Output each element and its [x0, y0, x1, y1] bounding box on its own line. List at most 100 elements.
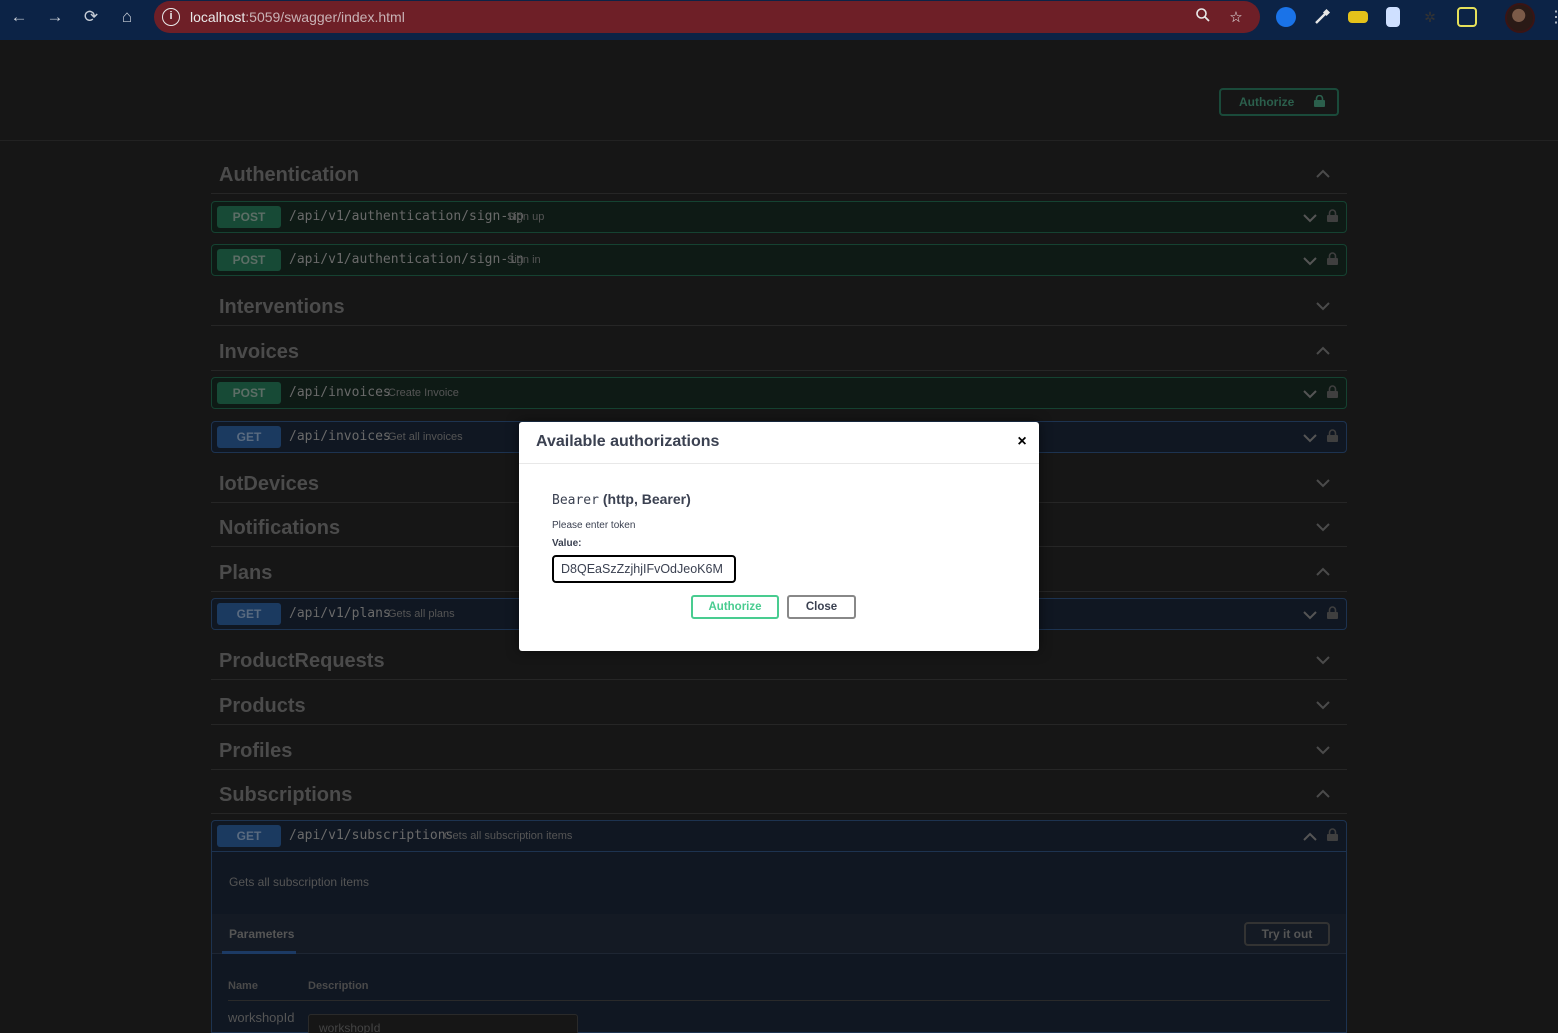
value-label: Value: [552, 538, 582, 549]
tag-title: IotDevices [219, 473, 320, 495]
chevron-up-icon [1316, 567, 1330, 576]
chevron-down-icon [1316, 746, 1330, 755]
swagger-topbar: Authorize [0, 40, 1558, 141]
chevron-up-icon [1316, 789, 1330, 798]
tag-title: Plans [219, 562, 273, 584]
tag-subscriptions[interactable]: Subscriptions [211, 774, 1347, 814]
puzzle-icon[interactable] [1457, 7, 1477, 27]
eyedropper-icon[interactable] [1312, 7, 1332, 27]
operation-path: /api/v1/plans [289, 606, 391, 621]
tag-profiles[interactable]: Profiles [211, 730, 1347, 770]
chevron-down-icon [1316, 302, 1330, 311]
info-icon[interactable]: i [162, 8, 180, 26]
tag-products[interactable]: Products [211, 685, 1347, 725]
forward-arrow-icon[interactable]: → [42, 5, 68, 29]
authorize-submit-button[interactable]: Authorize [691, 595, 779, 619]
column-header-description: Description [308, 980, 369, 992]
method-badge: POST [217, 206, 281, 228]
tag-title: Products [219, 695, 306, 717]
operation-summary: Create Invoice [388, 387, 459, 399]
reload-icon[interactable]: ⟳ [78, 5, 104, 29]
lock-icon[interactable] [1327, 606, 1338, 619]
tag-title: Authentication [219, 164, 359, 186]
operation-path: /api/v1/authentication/sign-in [289, 252, 524, 267]
operation-summary: Sign in [507, 254, 541, 266]
parameter-input[interactable]: workshopId [308, 1014, 578, 1033]
operation-sign-in[interactable]: POST /api/v1/authentication/sign-in Sign… [211, 244, 1347, 276]
chevron-down-icon [1303, 434, 1317, 443]
lock-icon[interactable] [1327, 828, 1338, 841]
lock-icon[interactable] [1327, 429, 1338, 442]
operation-create-invoice[interactable]: POST /api/invoices Create Invoice [211, 377, 1347, 409]
chevron-down-icon [1316, 701, 1330, 710]
method-badge: GET [217, 426, 281, 448]
chevron-down-icon [1316, 479, 1330, 488]
address-bar[interactable]: i localhost:5059/swagger/index.html ☆ [154, 1, 1260, 33]
extension-icon-1[interactable] [1276, 7, 1296, 27]
extension-icon-5[interactable]: ✲ [1420, 7, 1440, 27]
parameters-header: Parameters Try it out [212, 914, 1346, 954]
lock-icon [1314, 95, 1325, 107]
chevron-down-icon [1316, 523, 1330, 532]
operation-get-subscriptions[interactable]: GET /api/v1/subscriptions Gets all subsc… [211, 820, 1347, 852]
operation-path: /api/invoices [289, 429, 391, 444]
operation-sign-up[interactable]: POST /api/v1/authentication/sign-up Sign… [211, 201, 1347, 233]
operation-description: Gets all subscription items [229, 875, 370, 889]
scheme-type: (http, Bearer) [602, 491, 691, 507]
tag-title: Interventions [219, 296, 345, 318]
chevron-down-icon [1303, 257, 1317, 266]
close-button[interactable]: Close [787, 595, 856, 619]
dialog-header: Available authorizations × [519, 422, 1039, 464]
tag-title: ProductRequests [219, 650, 385, 672]
zoom-icon[interactable] [1192, 7, 1214, 29]
menu-icon[interactable]: ⋮ [1548, 8, 1558, 28]
column-header-name: Name [228, 980, 258, 992]
method-badge: GET [217, 825, 281, 847]
operation-path: /api/v1/authentication/sign-up [289, 209, 524, 224]
operation-body: Gets all subscription items Parameters T… [211, 852, 1347, 1033]
lock-icon[interactable] [1327, 385, 1338, 398]
url-text[interactable]: localhost:5059/swagger/index.html [190, 9, 405, 25]
tab-parameters[interactable]: Parameters [229, 927, 294, 941]
extension-icon-3[interactable] [1348, 11, 1368, 23]
avatar[interactable] [1505, 3, 1535, 33]
chevron-up-icon [1303, 832, 1317, 841]
operation-summary: Get all invoices [388, 431, 463, 443]
tag-title: Invoices [219, 341, 300, 363]
operation-summary: Gets all plans [388, 608, 455, 620]
tag-interventions[interactable]: Interventions [211, 286, 1347, 326]
scheme-name: Bearer [552, 493, 599, 508]
method-badge: POST [217, 249, 281, 271]
authorize-label: Authorize [1239, 95, 1295, 109]
method-badge: POST [217, 382, 281, 404]
operation-summary: Gets all subscription items [444, 830, 573, 842]
url-host: localhost [190, 9, 246, 25]
tag-title: Profiles [219, 740, 293, 762]
tag-invoices[interactable]: Invoices [211, 331, 1347, 371]
close-icon[interactable]: × [1013, 432, 1031, 452]
chevron-down-icon [1316, 656, 1330, 665]
operation-summary: Sign up [507, 211, 545, 223]
chevron-up-icon [1316, 346, 1330, 355]
dialog-title: Available authorizations [536, 433, 720, 450]
auth-scheme-title: Bearer (http, Bearer) [552, 491, 691, 508]
tag-title: Notifications [219, 517, 341, 539]
home-icon[interactable]: ⌂ [114, 5, 140, 29]
back-arrow-icon[interactable]: ← [6, 5, 32, 29]
tag-authentication[interactable]: Authentication [211, 154, 1347, 194]
token-hint: Please enter token [552, 520, 636, 531]
url-path: :5059/swagger/index.html [245, 9, 405, 25]
method-badge: GET [217, 603, 281, 625]
token-input[interactable] [552, 555, 736, 583]
browser-toolbar: ← → ⟳ ⌂ i localhost:5059/swagger/index.h… [0, 0, 1558, 34]
chevron-down-icon [1303, 611, 1317, 620]
extension-icon-4[interactable] [1386, 7, 1400, 27]
tag-title: Subscriptions [219, 784, 353, 806]
star-icon[interactable]: ☆ [1225, 7, 1247, 29]
authorize-button[interactable]: Authorize [1219, 88, 1339, 116]
try-it-out-button[interactable]: Try it out [1244, 922, 1330, 946]
lock-icon[interactable] [1327, 209, 1338, 222]
authorization-dialog: Available authorizations × Bearer (http,… [519, 422, 1039, 651]
lock-icon[interactable] [1327, 252, 1338, 265]
tab-indicator [222, 951, 296, 954]
